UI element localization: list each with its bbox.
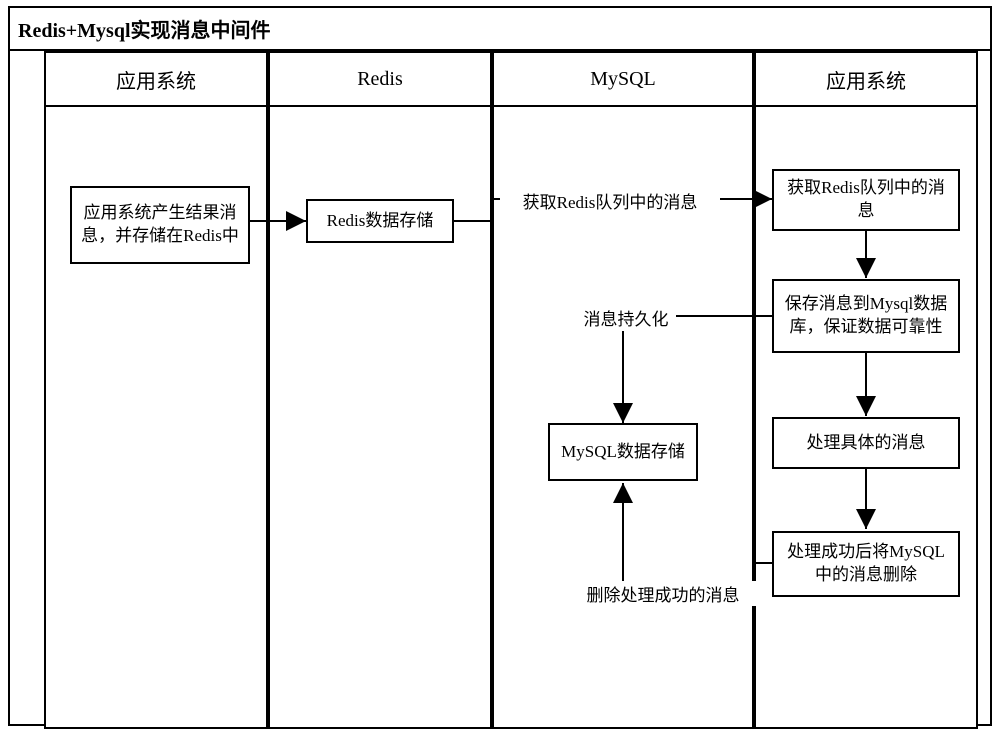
box-get-redis-msg: 获取Redis队列中的消息 bbox=[772, 169, 960, 231]
box-app-produce: 应用系统产生结果消息，并存储在Redis中 bbox=[70, 186, 250, 264]
lane-header-app2: 应用系统 bbox=[754, 51, 978, 107]
lane-header-redis: Redis bbox=[268, 51, 492, 107]
box-mysql-store: MySQL数据存储 bbox=[548, 423, 698, 481]
diagram-title: Redis+Mysql实现消息中间件 bbox=[10, 8, 990, 51]
lane-header-mysql: MySQL bbox=[492, 51, 754, 107]
label-get-redis: 获取Redis队列中的消息 bbox=[500, 188, 720, 213]
box-save-mysql: 保存消息到Mysql数据库，保证数据可靠性 bbox=[772, 279, 960, 353]
diagram-frame: Redis+Mysql实现消息中间件 应用系统 Redis MySQL 应用系统 bbox=[8, 6, 992, 726]
box-delete-msg: 处理成功后将MySQL中的消息删除 bbox=[772, 531, 960, 597]
swimlanes: 应用系统 Redis MySQL 应用系统 bbox=[10, 51, 990, 729]
label-delete-success: 删除处理成功的消息 bbox=[568, 581, 758, 606]
box-process-msg: 处理具体的消息 bbox=[772, 417, 960, 469]
lane-header-app1: 应用系统 bbox=[44, 51, 268, 107]
label-persist: 消息持久化 bbox=[576, 305, 676, 330]
box-redis-store: Redis数据存储 bbox=[306, 199, 454, 243]
